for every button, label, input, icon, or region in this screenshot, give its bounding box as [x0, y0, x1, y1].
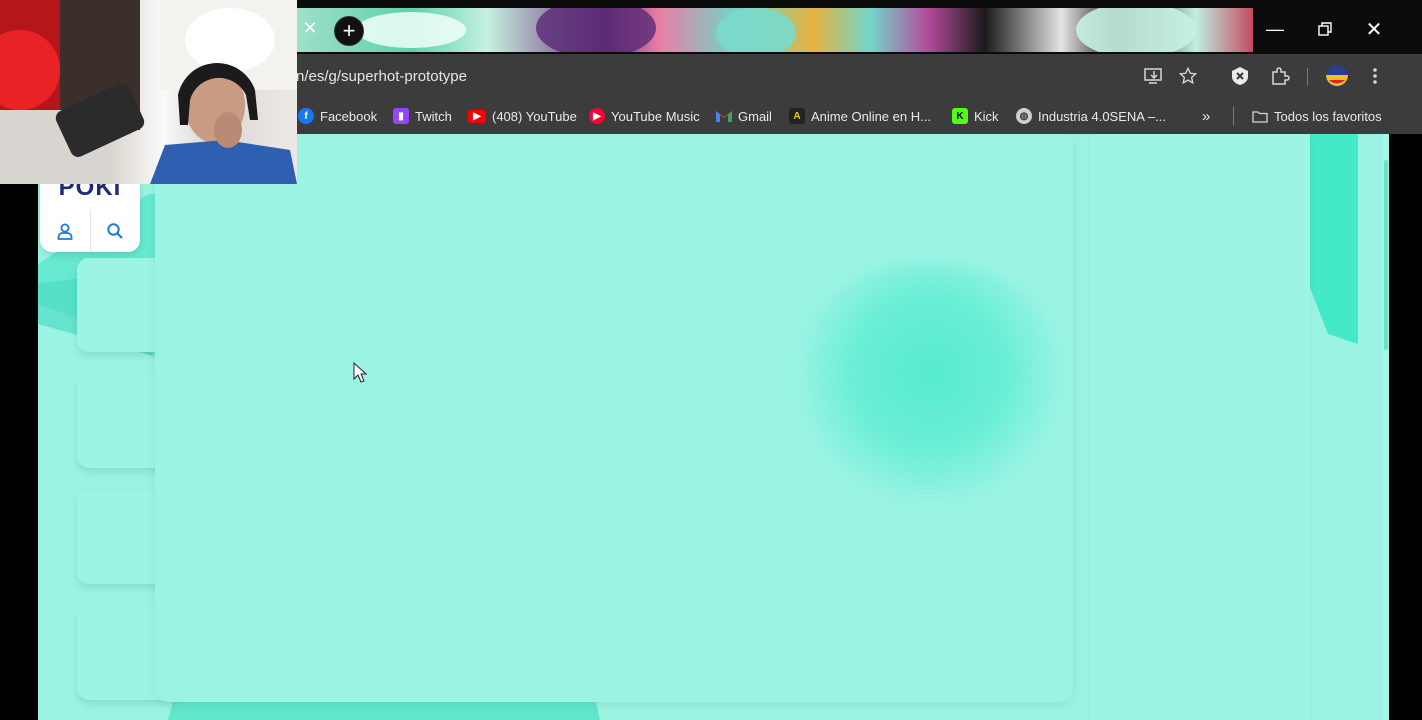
bookmark-gmail[interactable]: Gmail [716, 105, 772, 127]
bookmark-label: Kick [974, 108, 999, 124]
youtube-icon: ▶ [468, 109, 486, 123]
screen-edge [1389, 134, 1422, 720]
bookmark-anime[interactable]: A Anime Online en H... [789, 105, 931, 127]
kick-icon: K [952, 108, 968, 124]
new-tab-button[interactable]: + [334, 16, 364, 46]
bookmark-label: Industria 4.0SENA –... [1038, 108, 1166, 124]
close-window-icon[interactable]: ✕ [1351, 12, 1397, 46]
loading-blob [795, 264, 1065, 504]
right-ad-panel [1090, 134, 1310, 720]
bookmark-label: Facebook [320, 108, 378, 124]
bookmark-label: Anime Online en H... [811, 108, 931, 124]
bookmark-label: (408) YouTube [492, 108, 577, 124]
all-bookmarks-folder[interactable]: Todos los favoritos [1252, 105, 1382, 127]
globe-icon: ◍ [1016, 108, 1032, 124]
youtube-music-icon: ▶ [589, 108, 605, 124]
user-icon[interactable] [40, 210, 90, 252]
restore-icon[interactable] [1302, 12, 1348, 46]
bookmark-label: YouTube Music [611, 108, 700, 124]
webcam-image [0, 0, 297, 184]
folder-icon [1252, 108, 1268, 124]
scrollbar-thumb[interactable] [1384, 160, 1388, 350]
tab-close-icon[interactable]: ✕ [296, 10, 324, 46]
search-icon[interactable] [89, 210, 141, 252]
tab-strip: ✕ + — ✕ [296, 0, 1422, 54]
bookmarks-divider [1233, 106, 1234, 126]
webcam-overlay [0, 0, 297, 184]
bookmark-industria[interactable]: ◍ Industria 4.0SENA –... [1016, 105, 1166, 127]
browser-toolbar: n/es/g/superhot-prototype [296, 54, 1422, 98]
bookmarks-bar: f Facebook ▮ Twitch ▶ (408) YouTube ▶ Yo… [296, 98, 1422, 134]
game-frame[interactable] [155, 134, 1073, 702]
gmail-icon [716, 108, 732, 124]
minimize-icon[interactable]: — [1252, 12, 1298, 46]
bookmark-label: Gmail [738, 108, 772, 124]
bookmark-youtube-music[interactable]: ▶ YouTube Music [589, 105, 700, 127]
bookmark-facebook[interactable]: f Facebook [298, 105, 377, 127]
tabstrip-background [296, 8, 1253, 52]
logo-card-actions [40, 210, 140, 252]
bookmark-star-icon[interactable] [1174, 62, 1202, 90]
bookmark-twitch[interactable]: ▮ Twitch [393, 105, 452, 127]
bookmark-youtube[interactable]: ▶ (408) YouTube [468, 105, 577, 127]
address-bar[interactable]: n/es/g/superhot-prototype [296, 58, 1211, 94]
twitch-icon: ▮ [393, 108, 409, 124]
toolbar-divider [1307, 68, 1308, 86]
all-bookmarks-label: Todos los favoritos [1274, 108, 1382, 124]
browser-menu-icon[interactable] [1361, 62, 1389, 90]
extensions-puzzle-icon[interactable] [1266, 62, 1294, 90]
profile-avatar[interactable] [1323, 62, 1351, 90]
extension-shield-icon[interactable] [1226, 62, 1254, 90]
mouse-cursor-icon [353, 361, 368, 389]
bookmark-kick[interactable]: K Kick [952, 105, 999, 127]
facebook-icon: f [298, 108, 314, 124]
bookmark-label: Twitch [415, 108, 452, 124]
screen: ✕ + — ✕ n/es/g/superhot-prototype f Face… [0, 0, 1422, 720]
anime-icon: A [789, 108, 805, 124]
more-bookmarks-chevron-icon[interactable]: » [1202, 105, 1210, 127]
url-text: n/es/g/superhot-prototype [296, 68, 467, 85]
install-app-icon[interactable] [1140, 62, 1168, 90]
